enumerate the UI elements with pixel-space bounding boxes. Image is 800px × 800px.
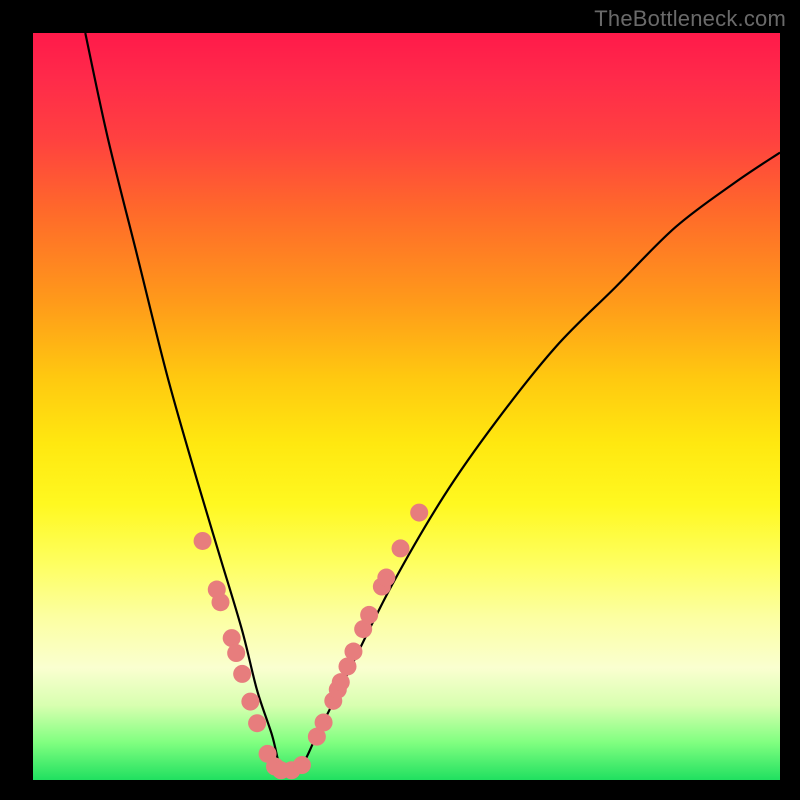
curve-marker <box>377 569 395 587</box>
chart-svg <box>33 33 780 780</box>
curve-marker <box>315 713 333 731</box>
bottleneck-curve <box>85 33 780 773</box>
curve-marker <box>410 504 428 522</box>
curve-marker <box>233 665 251 683</box>
curve-marker <box>241 693 259 711</box>
curve-marker <box>248 714 266 732</box>
curve-marker <box>332 673 350 691</box>
curve-marker <box>392 539 410 557</box>
curve-marker <box>194 532 212 550</box>
curve-marker <box>227 644 245 662</box>
curve-marker <box>293 756 311 774</box>
marker-group <box>194 504 429 780</box>
curve-marker <box>212 593 230 611</box>
curve-marker <box>360 606 378 624</box>
curve-marker <box>344 643 362 661</box>
watermark-text: TheBottleneck.com <box>594 6 786 32</box>
